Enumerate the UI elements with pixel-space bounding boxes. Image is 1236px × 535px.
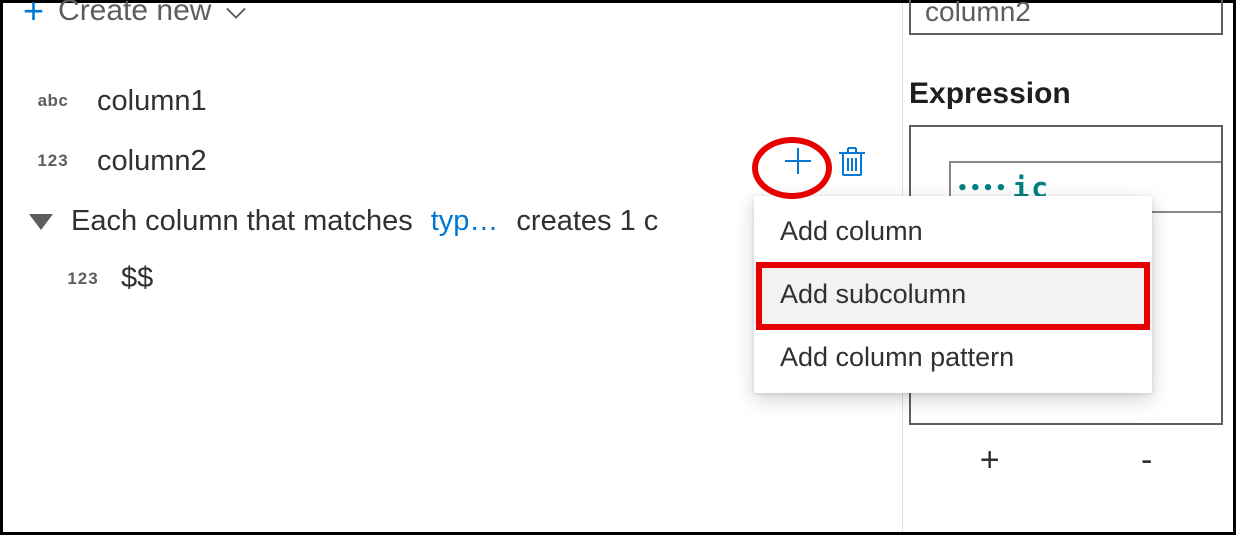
column-name: column1: [97, 85, 207, 118]
plus-icon: +: [23, 0, 44, 32]
create-new-button[interactable]: + Create new: [3, 0, 902, 31]
column-row[interactable]: 123 column2: [3, 131, 902, 191]
pattern-match-link[interactable]: typ…: [431, 205, 499, 238]
create-new-label: Create new: [58, 0, 211, 28]
pattern-prefix: Each column that matches: [71, 205, 413, 238]
delete-icon[interactable]: [836, 145, 868, 177]
add-icon[interactable]: [782, 145, 814, 177]
type-badge-numeric: 123: [63, 269, 103, 289]
add-column-pattern-menu-item[interactable]: Add column pattern: [754, 326, 1152, 389]
type-badge-text: abc: [31, 91, 75, 111]
zoom-in-button[interactable]: +: [980, 441, 1000, 480]
caret-down-icon: [29, 214, 53, 230]
zoom-out-button[interactable]: -: [1141, 441, 1152, 480]
subcolumn-name: $$: [121, 262, 153, 295]
add-subcolumn-menu-item[interactable]: Add subcolumn: [754, 263, 1152, 326]
column-name: column2: [97, 145, 207, 178]
type-badge-numeric: 123: [31, 151, 75, 171]
add-menu: Add column Add subcolumn Add column patt…: [754, 196, 1152, 393]
column-row[interactable]: abc column1: [3, 71, 902, 131]
add-column-menu-item[interactable]: Add column: [754, 200, 1152, 263]
chevron-down-icon: [225, 0, 247, 27]
column-name-input[interactable]: column2: [909, 0, 1223, 35]
pattern-suffix: creates 1 c: [516, 205, 658, 238]
expression-section-title: Expression: [909, 77, 1223, 111]
column-name-input-value: column2: [925, 0, 1031, 28]
